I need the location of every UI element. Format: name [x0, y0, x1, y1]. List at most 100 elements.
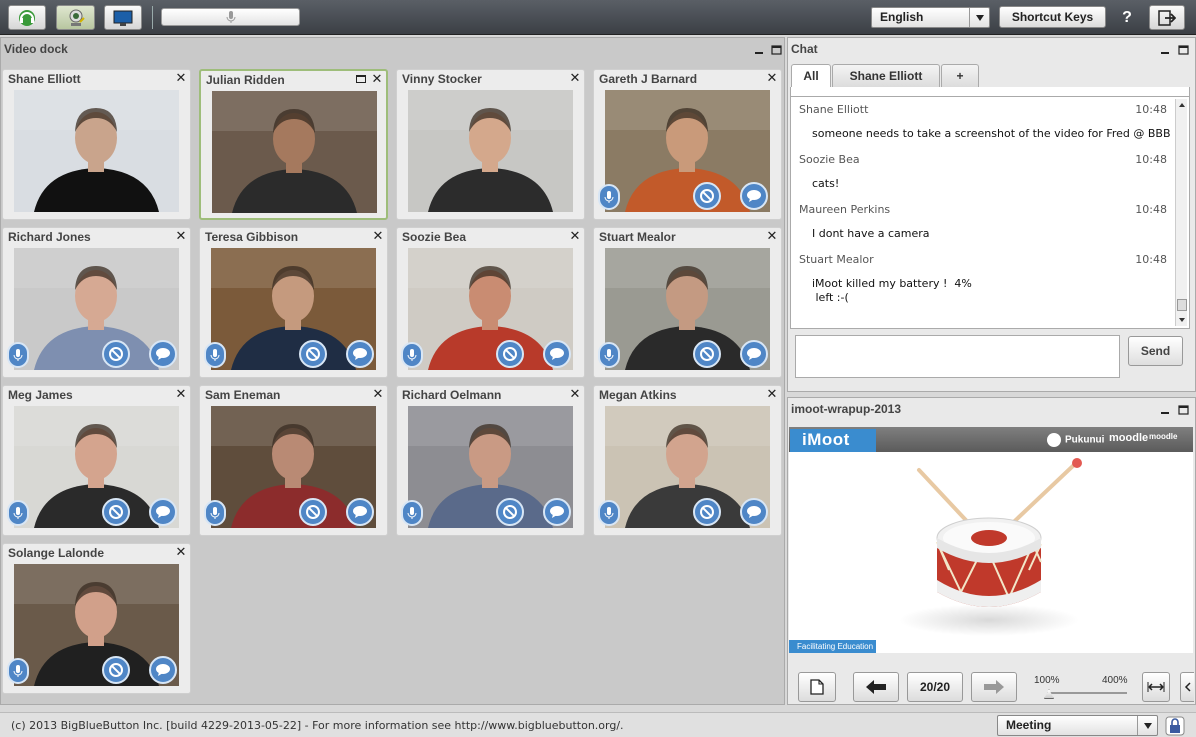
- mute-microphone-button[interactable]: [204, 342, 226, 368]
- presentation-slide[interactable]: iMoot Pukunui moodle moodle Facilitating: [789, 427, 1193, 653]
- close-icon[interactable]: ✕: [175, 545, 187, 559]
- close-icon[interactable]: ✕: [175, 71, 187, 85]
- chat-scrollbar[interactable]: [1175, 99, 1187, 326]
- chat-message-input[interactable]: [795, 335, 1120, 378]
- webcam-button[interactable]: [56, 5, 95, 30]
- close-icon[interactable]: ✕: [175, 387, 187, 401]
- upload-document-button[interactable]: [798, 672, 836, 702]
- next-slide-button[interactable]: [971, 672, 1017, 702]
- block-video-button[interactable]: [693, 340, 721, 368]
- close-icon[interactable]: ✕: [766, 71, 778, 85]
- headset-button[interactable]: [8, 5, 46, 30]
- share-desktop-button[interactable]: [104, 5, 142, 30]
- lock-layout-button[interactable]: [1165, 716, 1185, 736]
- video-tile[interactable]: Stuart Mealor ✕: [593, 227, 782, 378]
- video-tile[interactable]: Shane Elliott ✕: [2, 69, 191, 220]
- block-video-button[interactable]: [299, 340, 327, 368]
- close-icon[interactable]: ✕: [569, 229, 581, 243]
- mute-microphone-button[interactable]: [598, 500, 620, 526]
- message-sender: Stuart Mealor: [799, 253, 874, 266]
- close-icon[interactable]: ✕: [371, 72, 383, 86]
- video-tile[interactable]: Richard Oelmann ✕: [396, 385, 585, 536]
- tab-all[interactable]: All: [791, 64, 831, 88]
- minimize-icon[interactable]: [1159, 404, 1171, 416]
- chat-message-list[interactable]: Shane Elliott 10:48 someone needs to tak…: [790, 96, 1190, 329]
- close-icon[interactable]: ✕: [372, 229, 384, 243]
- fit-width-button[interactable]: [1142, 672, 1170, 702]
- maximize-icon[interactable]: [356, 75, 366, 83]
- video-tile[interactable]: Solange Lalonde ✕: [2, 543, 191, 694]
- minimize-icon[interactable]: [753, 44, 765, 56]
- private-chat-button[interactable]: [149, 498, 177, 526]
- microphone-icon: [407, 349, 417, 361]
- close-icon[interactable]: ✕: [372, 387, 384, 401]
- video-tile[interactable]: Richard Jones ✕: [2, 227, 191, 378]
- close-icon[interactable]: ✕: [766, 387, 778, 401]
- private-chat-button[interactable]: [149, 656, 177, 684]
- private-chat-button[interactable]: [740, 340, 768, 368]
- chat-bubble-icon: [353, 348, 367, 360]
- video-tile[interactable]: Teresa Gibbison ✕: [199, 227, 388, 378]
- layout-select[interactable]: Meeting: [997, 715, 1158, 736]
- help-button[interactable]: ?: [1117, 8, 1137, 28]
- video-tile[interactable]: Sam Eneman ✕: [199, 385, 388, 536]
- block-video-button[interactable]: [102, 656, 130, 684]
- mute-microphone-button[interactable]: [401, 500, 423, 526]
- mute-microphone-button[interactable]: [7, 658, 29, 684]
- maximize-icon[interactable]: [1177, 404, 1189, 416]
- private-chat-button[interactable]: [543, 340, 571, 368]
- participant-name: Shane Elliott: [8, 72, 81, 86]
- imoot-logo: iMoot: [790, 429, 876, 452]
- video-tile[interactable]: Vinny Stocker ✕: [396, 69, 585, 220]
- mute-microphone-button[interactable]: [401, 342, 423, 368]
- block-video-button[interactable]: [299, 498, 327, 526]
- zoom-slider-thumb[interactable]: [1044, 689, 1054, 699]
- private-chat-button[interactable]: [543, 498, 571, 526]
- video-tile[interactable]: Megan Atkins ✕: [593, 385, 782, 536]
- mute-microphone-button[interactable]: [204, 500, 226, 526]
- tab-shane-elliott[interactable]: Shane Elliott: [832, 64, 940, 87]
- language-select[interactable]: English: [871, 7, 990, 28]
- previous-slide-button[interactable]: [853, 672, 899, 702]
- close-icon[interactable]: ✕: [569, 387, 581, 401]
- fit-page-button[interactable]: [1180, 672, 1194, 702]
- private-chat-button[interactable]: [149, 340, 177, 368]
- maximize-icon[interactable]: [1177, 44, 1189, 56]
- zoom-min-label: 100%: [1034, 675, 1060, 686]
- mute-microphone-button[interactable]: [598, 184, 620, 210]
- private-chat-button[interactable]: [346, 340, 374, 368]
- send-button[interactable]: Send: [1128, 336, 1183, 366]
- private-chat-button[interactable]: [346, 498, 374, 526]
- mute-microphone-button[interactable]: [7, 500, 29, 526]
- document-icon: [810, 679, 824, 695]
- block-video-button[interactable]: [496, 498, 524, 526]
- top-toolbar: English Shortcut Keys ?: [0, 0, 1196, 35]
- close-icon[interactable]: ✕: [766, 229, 778, 243]
- video-tile[interactable]: Soozie Bea ✕: [396, 227, 585, 378]
- video-tile[interactable]: Meg James ✕: [2, 385, 191, 536]
- mute-microphone-button[interactable]: [598, 342, 620, 368]
- video-tile[interactable]: Julian Ridden ✕: [199, 69, 388, 220]
- add-tab-button[interactable]: +: [941, 64, 979, 87]
- shortcut-keys-button[interactable]: Shortcut Keys: [999, 6, 1106, 28]
- block-video-button[interactable]: [693, 182, 721, 210]
- private-chat-button[interactable]: [740, 498, 768, 526]
- webcam-icon: [69, 9, 85, 26]
- block-video-button[interactable]: [102, 340, 130, 368]
- logout-icon: [1158, 9, 1176, 26]
- zoom-slider[interactable]: [1047, 692, 1127, 694]
- block-video-button[interactable]: [693, 498, 721, 526]
- mute-microphone-button[interactable]: [7, 342, 29, 368]
- block-video-button[interactable]: [102, 498, 130, 526]
- scroll-thumb[interactable]: [1177, 299, 1187, 311]
- maximize-icon[interactable]: [770, 44, 782, 56]
- slide-page-indicator[interactable]: 20/20: [907, 672, 963, 702]
- close-icon[interactable]: ✕: [175, 229, 187, 243]
- minimize-icon[interactable]: [1159, 44, 1171, 56]
- logout-button[interactable]: [1149, 5, 1185, 30]
- private-chat-button[interactable]: [740, 182, 768, 210]
- chat-bubble-icon: [156, 348, 170, 360]
- block-video-button[interactable]: [496, 340, 524, 368]
- close-icon[interactable]: ✕: [569, 71, 581, 85]
- video-tile[interactable]: Gareth J Barnard ✕: [593, 69, 782, 220]
